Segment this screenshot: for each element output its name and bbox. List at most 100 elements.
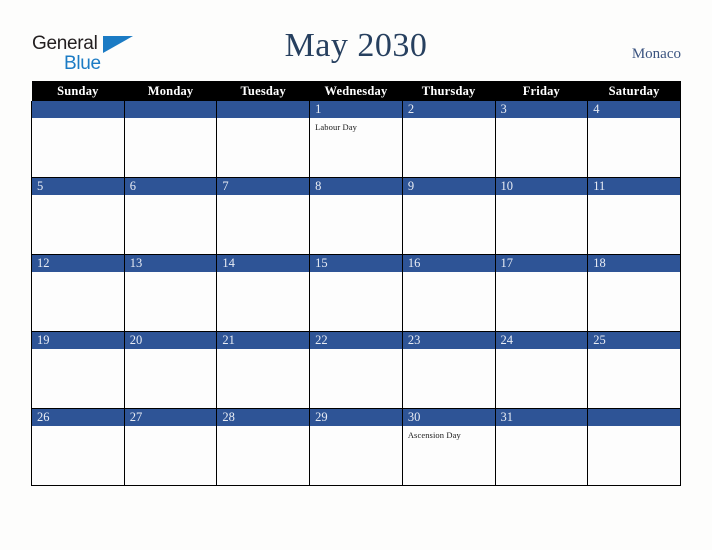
day-event [588, 349, 680, 353]
calendar-grid: Sunday Monday Tuesday Wednesday Thursday… [31, 81, 681, 486]
calendar-day-cell[interactable]: 5 [31, 177, 125, 255]
day-number: 23 [402, 332, 495, 349]
calendar-day-cell[interactable]: 22 [309, 331, 403, 409]
calendar-day-cell[interactable]: 10 [494, 177, 589, 255]
day-number [124, 101, 217, 118]
calendar-week-row: 12 13 14 15 16 17 18 [31, 254, 681, 332]
day-number: 30 [402, 409, 495, 426]
day-number: 13 [124, 255, 217, 272]
calendar-day-cell[interactable]: 24 [494, 331, 589, 409]
weekday-header-sunday: Sunday [31, 81, 125, 101]
day-event: Ascension Day [407, 430, 461, 440]
day-number: 15 [310, 255, 402, 272]
calendar-day-cell[interactable] [31, 101, 125, 178]
weekday-header-thursday: Thursday [402, 81, 496, 101]
day-number: 18 [588, 255, 680, 272]
calendar-day-cell[interactable]: 29 [309, 408, 403, 486]
day-number: 1 [310, 101, 402, 118]
calendar-day-cell[interactable]: 17 [494, 254, 589, 332]
calendar-day-cell[interactable]: 18 [587, 254, 681, 332]
calendar-day-cell[interactable]: 23 [401, 331, 496, 409]
day-number: 8 [310, 178, 402, 195]
day-number: 27 [124, 409, 217, 426]
page-title: May 2030 [284, 27, 428, 64]
calendar-day-cell[interactable]: 21 [216, 331, 311, 409]
day-event [403, 195, 495, 199]
calendar-day-cell[interactable]: 30 Ascension Day [401, 408, 496, 486]
day-number: 21 [217, 332, 310, 349]
day-number: 17 [495, 255, 588, 272]
calendar-day-cell[interactable]: 27 [123, 408, 218, 486]
day-number: 2 [402, 101, 495, 118]
day-number: 25 [588, 332, 680, 349]
weekday-header-monday: Monday [124, 81, 217, 101]
day-number [588, 409, 680, 426]
day-number: 29 [310, 409, 402, 426]
weekday-header-friday: Friday [495, 81, 588, 101]
day-number: 16 [402, 255, 495, 272]
day-event [496, 272, 588, 276]
day-event [588, 272, 680, 276]
day-event: Labour Day [315, 122, 357, 132]
day-event [125, 118, 217, 122]
day-number [32, 101, 124, 118]
calendar-day-cell[interactable]: 3 [494, 101, 589, 178]
calendar-week-row: 19 20 21 22 23 24 25 [31, 331, 681, 409]
calendar-week-row: 26 27 28 29 30 Ascension Day 31 [31, 408, 681, 486]
day-number: 4 [588, 101, 680, 118]
day-event [217, 195, 309, 199]
calendar-day-cell[interactable]: 12 [31, 254, 125, 332]
day-number: 12 [32, 255, 124, 272]
day-number: 20 [124, 332, 217, 349]
calendar-day-cell[interactable]: 20 [123, 331, 218, 409]
day-number: 10 [495, 178, 588, 195]
calendar-day-cell[interactable]: 28 [216, 408, 311, 486]
calendar-day-cell[interactable]: 8 [309, 177, 403, 255]
day-event [217, 349, 309, 353]
weekday-header-saturday: Saturday [587, 81, 681, 101]
calendar-day-cell[interactable]: 19 [31, 331, 125, 409]
calendar-day-cell[interactable]: 13 [123, 254, 218, 332]
calendar-day-cell[interactable]: 25 [587, 331, 681, 409]
day-event [32, 272, 124, 276]
day-event [125, 272, 217, 276]
day-event [32, 426, 124, 430]
day-event [496, 426, 588, 430]
calendar-day-cell[interactable] [123, 101, 218, 178]
day-event [588, 426, 680, 430]
calendar-day-cell[interactable]: 15 [309, 254, 403, 332]
calendar-page: General Blue May 2030 Monaco Sunday Mond… [0, 0, 712, 550]
day-event [496, 118, 588, 122]
calendar-day-cell[interactable] [587, 408, 681, 486]
day-number: 11 [588, 178, 680, 195]
day-number: 28 [217, 409, 310, 426]
calendar-day-cell[interactable]: 16 [401, 254, 496, 332]
calendar-day-cell[interactable]: 11 [587, 177, 681, 255]
calendar-day-cell[interactable]: 2 [401, 101, 496, 178]
calendar-day-cell[interactable]: 1 Labour Day [309, 101, 403, 178]
calendar-day-cell[interactable]: 26 [31, 408, 125, 486]
weekday-header-row: Sunday Monday Tuesday Wednesday Thursday… [31, 81, 681, 101]
calendar-day-cell[interactable]: 6 [123, 177, 218, 255]
calendar-day-cell[interactable] [216, 101, 311, 178]
day-event [403, 349, 495, 353]
day-event [125, 349, 217, 353]
weekday-header-wednesday: Wednesday [309, 81, 403, 101]
calendar-day-cell[interactable]: 4 [587, 101, 681, 178]
day-event [310, 195, 402, 199]
calendar-day-cell[interactable]: 7 [216, 177, 311, 255]
day-event [403, 272, 495, 276]
day-event [217, 118, 309, 122]
calendar-day-cell[interactable]: 9 [401, 177, 496, 255]
calendar-day-cell[interactable]: 14 [216, 254, 311, 332]
day-event [32, 195, 124, 199]
day-number: 3 [495, 101, 588, 118]
day-event [217, 272, 309, 276]
day-event [125, 426, 217, 430]
day-event [403, 118, 495, 122]
day-event [125, 195, 217, 199]
country-label: Monaco [631, 46, 681, 62]
calendar-day-cell[interactable]: 31 [494, 408, 589, 486]
day-event [588, 195, 680, 199]
day-number: 26 [32, 409, 124, 426]
